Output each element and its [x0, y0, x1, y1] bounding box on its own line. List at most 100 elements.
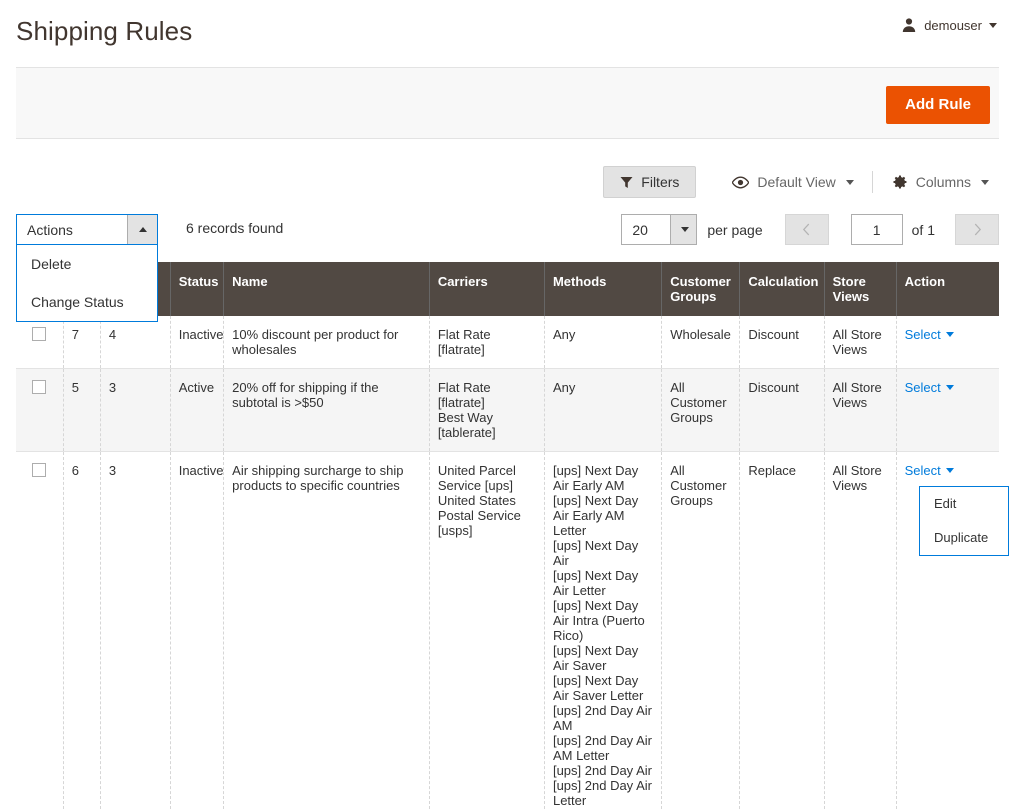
- cell-id: 6: [63, 452, 100, 811]
- column-header-customer-groups[interactable]: Customer Groups: [662, 262, 740, 316]
- row-select-cell: [16, 452, 63, 811]
- row-action-select[interactable]: Select: [905, 463, 954, 478]
- records-found-label: 6 records found: [186, 220, 283, 236]
- gear-icon: [891, 174, 908, 191]
- user-icon: [901, 17, 917, 33]
- chevron-down-icon: [846, 180, 854, 185]
- row-action-item-edit[interactable]: Edit: [920, 487, 1008, 521]
- cell-customer-groups: All Customer Groups: [662, 452, 740, 811]
- chevron-down-icon: [989, 23, 997, 28]
- eye-icon: [732, 174, 749, 191]
- default-view-dropdown[interactable]: Default View: [722, 167, 863, 198]
- cell-sort-order: 3: [100, 369, 170, 452]
- chevron-down-icon: [946, 385, 954, 390]
- cell-methods: [ups] Next Day Air Early AM [ups] Next D…: [544, 452, 661, 811]
- cell-customer-groups: Wholesale: [662, 316, 740, 369]
- massaction-label: Actions: [17, 215, 127, 244]
- page-title: Shipping Rules: [16, 14, 999, 48]
- next-page-button[interactable]: [955, 214, 999, 245]
- massaction-toggle-button[interactable]: Actions: [16, 214, 158, 245]
- cell-carriers: United Parcel Service [ups] United State…: [429, 452, 544, 811]
- grid-toolbar-controls: Filters Default View Columns: [603, 166, 999, 198]
- user-name: demouser: [924, 18, 982, 33]
- column-header-methods[interactable]: Methods: [544, 262, 661, 316]
- table-header-row: ↑ Status Name Carriers Methods Customer …: [16, 262, 999, 316]
- row-action-select[interactable]: Select: [905, 327, 954, 342]
- row-action-item-duplicate[interactable]: Duplicate: [920, 521, 1008, 555]
- cell-store-views: All Store Views: [824, 369, 896, 452]
- cell-store-views: All Store Views: [824, 452, 896, 811]
- massaction-item-change-status[interactable]: Change Status: [17, 283, 157, 321]
- row-select-cell: [16, 316, 63, 369]
- cell-carriers: Flat Rate [flatrate] Best Way [tablerate…: [429, 369, 544, 452]
- cell-customer-groups: All Customer Groups: [662, 369, 740, 452]
- column-header-store-views[interactable]: Store Views: [824, 262, 896, 316]
- chevron-down-icon: [670, 215, 696, 244]
- chevron-down-icon: [946, 468, 954, 473]
- cell-action: Select: [896, 316, 999, 369]
- per-page-label: per page: [707, 222, 762, 238]
- row-action-label: Select: [905, 327, 941, 342]
- table-row[interactable]: 5 3 Active 20% off for shipping if the s…: [16, 369, 999, 452]
- column-header-calculation[interactable]: Calculation: [740, 262, 824, 316]
- filters-label: Filters: [641, 174, 679, 190]
- columns-dropdown[interactable]: Columns: [881, 167, 999, 198]
- page-actions-bar: Add Rule: [16, 67, 999, 139]
- cell-methods: Any: [544, 369, 661, 452]
- add-rule-button[interactable]: Add Rule: [886, 86, 990, 124]
- chevron-up-icon: [127, 215, 157, 244]
- chevron-down-icon: [981, 180, 989, 185]
- table-row[interactable]: 7 4 Inactive 10% discount per product fo…: [16, 316, 999, 369]
- cell-action: Select: [896, 369, 999, 452]
- cell-calculation: Discount: [740, 369, 824, 452]
- row-action-label: Select: [905, 380, 941, 395]
- column-header-status[interactable]: Status: [170, 262, 223, 316]
- cell-methods: Any: [544, 316, 661, 369]
- cell-name: Air shipping surcharge to ship products …: [224, 452, 430, 811]
- cell-sort-order: 3: [100, 452, 170, 811]
- row-action-select[interactable]: Select: [905, 380, 954, 395]
- funnel-icon: [620, 176, 633, 189]
- shipping-rules-page: Shipping Rules demouser Add Rule Filters: [0, 0, 1015, 811]
- row-action-menu: Edit Duplicate: [919, 486, 1009, 556]
- cell-name: 10% discount per product for wholesales: [224, 316, 430, 369]
- cell-name: 20% off for shipping if the subtotal is …: [224, 369, 430, 452]
- row-checkbox[interactable]: [32, 380, 46, 394]
- filters-button[interactable]: Filters: [603, 166, 696, 198]
- previous-page-button[interactable]: [785, 214, 829, 245]
- current-page-input[interactable]: [851, 214, 903, 245]
- cell-calculation: Discount: [740, 316, 824, 369]
- row-checkbox[interactable]: [32, 327, 46, 341]
- grid-controls-row: Actions Delete Change Status 6 records f…: [16, 214, 999, 246]
- cell-carriers: Flat Rate [flatrate]: [429, 316, 544, 369]
- column-header-action: Action: [896, 262, 999, 316]
- massaction-item-delete[interactable]: Delete: [17, 245, 157, 283]
- table-head: ↑ Status Name Carriers Methods Customer …: [16, 262, 999, 316]
- column-header-carriers[interactable]: Carriers: [429, 262, 544, 316]
- row-select-cell: [16, 369, 63, 452]
- user-menu[interactable]: demouser: [901, 17, 997, 33]
- pager: 20 per page of 1: [621, 214, 999, 245]
- cell-sort-order: 4: [100, 316, 170, 369]
- column-header-name[interactable]: Name: [224, 262, 430, 316]
- massaction-menu: Delete Change Status: [16, 245, 158, 322]
- massaction-select: Actions Delete Change Status: [16, 214, 158, 245]
- row-action-label: Select: [905, 463, 941, 478]
- per-page-value: 20: [622, 215, 670, 244]
- table-body: 7 4 Inactive 10% discount per product fo…: [16, 316, 999, 811]
- cell-id: 7: [63, 316, 100, 369]
- default-view-label: Default View: [757, 174, 835, 190]
- columns-label: Columns: [916, 174, 971, 190]
- row-checkbox[interactable]: [32, 463, 46, 477]
- cell-status: Inactive: [170, 452, 223, 811]
- cell-calculation: Replace: [740, 452, 824, 811]
- cell-status: Active: [170, 369, 223, 452]
- total-pages-label: of 1: [912, 222, 935, 238]
- table-row[interactable]: 6 3 Inactive Air shipping surcharge to s…: [16, 452, 999, 811]
- per-page-select[interactable]: 20: [621, 214, 697, 245]
- cell-store-views: All Store Views: [824, 316, 896, 369]
- shipping-rules-table: ↑ Status Name Carriers Methods Customer …: [16, 262, 999, 811]
- grid-toolbar: Filters Default View Columns: [16, 160, 999, 202]
- cell-status: Inactive: [170, 316, 223, 369]
- cell-id: 5: [63, 369, 100, 452]
